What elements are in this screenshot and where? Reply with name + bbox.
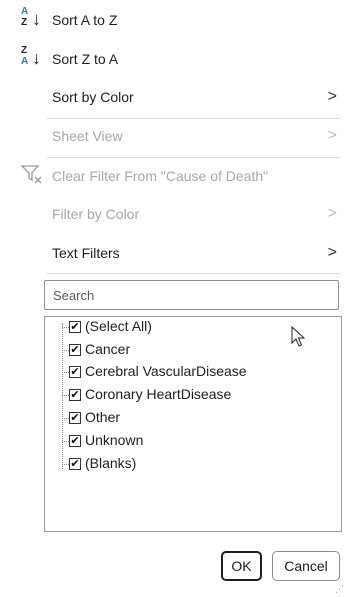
checkbox[interactable]: ✔ [69,321,81,333]
checkbox[interactable]: ✔ [69,366,81,378]
sort-z-to-a-label: Sort Z to A [52,51,119,67]
ok-button[interactable]: OK [221,551,262,581]
sort-by-color-item[interactable]: Sort by Color > [0,80,345,118]
checkbox[interactable]: ✔ [69,458,81,470]
tree-branch [62,372,69,373]
sort-a-to-z-label: Sort A to Z [52,12,118,28]
sort-a-to-z-item[interactable]: A Z ↓ Sort A to Z [0,3,345,41]
resize-grip-icon[interactable]: ⋰ [335,584,344,595]
sort-ascending-icon: A Z ↓ [21,7,49,37]
sort-by-color-label: Sort by Color [52,89,134,105]
tree-branch [62,441,69,442]
sort-arrow: ↓ [32,9,41,29]
submenu-arrow-icon: > [327,88,337,105]
cancel-button[interactable]: Cancel [272,551,340,581]
list-item-label: Unknown [85,432,144,448]
tree-branch [62,418,69,419]
tree-branch [62,395,69,396]
list-item[interactable]: ✔ Unknown [62,431,332,453]
search-input[interactable] [44,280,339,310]
list-item[interactable]: ✔ Coronary HeartDisease [62,385,332,407]
submenu-arrow-icon: > [327,127,337,144]
filter-dropdown-menu: A Z ↓ Sort A to Z Z A ↓ Sort Z to A Sort… [0,0,345,597]
list-item-label: (Blanks) [85,455,137,471]
clear-filter-item: Clear Filter From "Cause of Death" [0,159,345,197]
text-filters-label: Text Filters [52,245,120,261]
filter-by-color-label: Filter by Color [52,206,140,222]
checkbox[interactable]: ✔ [69,344,81,356]
sort-z-to-a-item[interactable]: Z A ↓ Sort Z to A [0,42,345,80]
clear-filter-label: Clear Filter From "Cause of Death" [52,168,269,184]
filter-values-list[interactable]: ✔ (Select All) ✔ Cancer ✔ Cerebral Vascu… [44,316,342,532]
list-item[interactable]: ✔ (Blanks) [62,454,332,476]
sort-icon-top-letter: A [21,6,29,17]
filter-by-color-item: Filter by Color > [0,197,345,235]
sort-icon-top-letter: Z [21,45,28,56]
submenu-arrow-icon: > [327,244,337,261]
sheet-view-label: Sheet View [52,128,123,144]
sort-icon-bottom-letter: Z [21,17,28,28]
sort-icon-bottom-letter: A [21,56,29,67]
clear-filter-icon [20,163,49,193]
list-item[interactable]: ✔ Cerebral VascularDisease [62,362,332,384]
tree-branch [62,464,69,465]
checkbox[interactable]: ✔ [69,412,81,424]
checkbox[interactable]: ✔ [69,435,81,447]
list-item-label: Cancer [85,341,131,357]
text-filters-item[interactable]: Text Filters > [0,236,345,274]
sheet-view-item: Sheet View > [0,119,345,157]
list-item-label: Other [85,409,121,425]
list-item-label: Cerebral VascularDisease [85,363,247,379]
separator [47,157,340,158]
separator [47,273,340,274]
submenu-arrow-icon: > [327,205,337,222]
list-item[interactable]: ✔ Other [62,408,332,430]
sort-arrow: ↓ [32,48,41,68]
list-item-label: (Select All) [85,318,152,334]
tree-branch [62,350,69,351]
list-item-label: Coronary HeartDisease [85,386,232,402]
tree-branch [62,327,69,328]
mouse-cursor-icon [291,326,306,347]
sort-descending-icon: Z A ↓ [21,46,49,76]
checkbox[interactable]: ✔ [69,389,81,401]
